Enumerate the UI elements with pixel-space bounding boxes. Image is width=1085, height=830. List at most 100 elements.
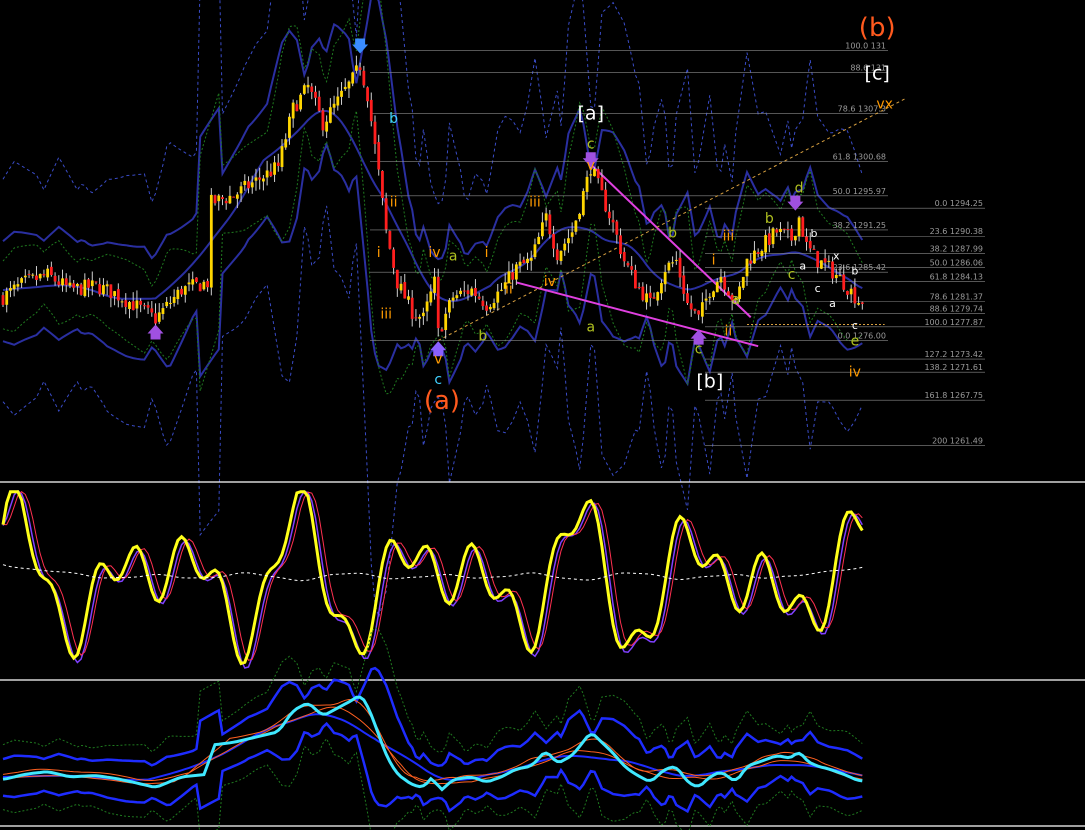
candle-body <box>518 261 522 266</box>
candle-body <box>23 275 27 278</box>
candle-body <box>656 292 660 301</box>
candle-body <box>514 264 518 280</box>
candle-body <box>384 198 388 230</box>
candle-body <box>429 291 433 303</box>
candle-body <box>448 300 451 313</box>
candle-body <box>805 236 808 242</box>
wave-label: b <box>668 226 677 242</box>
candle-body <box>619 235 622 255</box>
candle-body <box>105 284 109 287</box>
band-mid-blue <box>2 713 863 781</box>
candle-body <box>269 171 273 177</box>
candle-body <box>228 195 232 204</box>
candle-body <box>652 297 656 299</box>
wave-label: v <box>434 352 442 368</box>
candle-body <box>87 279 90 288</box>
candle-body <box>756 252 760 254</box>
candle-body <box>46 268 50 278</box>
candle-body <box>195 277 198 282</box>
candle-body <box>745 258 749 277</box>
candle-body <box>206 281 209 288</box>
candle-body <box>146 305 150 308</box>
candle-body <box>704 298 708 301</box>
candle-body <box>816 251 820 268</box>
candle-body <box>741 276 745 288</box>
candle-body <box>574 220 578 232</box>
wave-label: ii <box>390 194 398 210</box>
candle-body <box>291 102 295 119</box>
bands-indicator-panel <box>2 626 863 830</box>
candle-body <box>392 249 395 268</box>
candle-body <box>526 258 529 263</box>
candle-body <box>369 99 373 122</box>
candle-body <box>68 282 72 286</box>
wave-label: iv <box>544 274 556 290</box>
candle-body <box>273 162 276 175</box>
candle-body <box>637 286 641 288</box>
wave-label: [a] <box>578 103 604 125</box>
candle-body <box>336 96 340 106</box>
candle-body <box>347 81 351 89</box>
candle-body <box>161 308 165 315</box>
candle-body <box>388 231 392 249</box>
candle-body <box>154 313 157 324</box>
wave-label: iii <box>723 228 735 244</box>
wave-label: [b] <box>696 370 723 392</box>
candle-body <box>760 250 764 256</box>
wave-label: b <box>389 111 398 127</box>
candle-body <box>500 289 503 291</box>
wave-label: c <box>788 267 796 283</box>
candle-body <box>596 169 600 179</box>
candle-body <box>838 275 842 277</box>
wave-label: a <box>449 249 458 265</box>
candle-body <box>693 308 697 311</box>
wave-label: a <box>829 297 836 310</box>
candle-body <box>306 84 310 88</box>
candle-body <box>793 235 797 241</box>
fib-label-right: 61.8 1284.13 <box>930 273 983 282</box>
candle-body <box>559 250 563 262</box>
candle-body <box>678 257 682 278</box>
candle-body <box>797 217 801 237</box>
wave-label: b <box>478 328 487 344</box>
candle-body <box>645 293 648 303</box>
candle-body <box>801 217 805 237</box>
candle-body <box>135 300 139 309</box>
fib-label-left: 38.2 1291.25 <box>833 221 886 230</box>
candle-body <box>377 142 381 170</box>
candle-body <box>79 284 83 295</box>
candle-body <box>131 301 135 311</box>
candle-body <box>541 222 544 237</box>
wave-label: [c] <box>865 63 890 85</box>
wave-label: c <box>434 372 442 388</box>
candle-body <box>522 259 526 264</box>
candle-body <box>169 302 172 304</box>
candle-body <box>857 303 860 305</box>
candle-body <box>262 178 265 182</box>
fib-label-right: 88.6 1279.74 <box>930 304 983 313</box>
fib-label-left: 0.0 1276.00 <box>838 331 886 340</box>
candle-body <box>247 181 250 189</box>
candle-body <box>529 257 533 261</box>
candle-body <box>12 284 16 290</box>
candle-body <box>842 274 846 290</box>
wave-label: vx <box>876 97 893 113</box>
candle-body <box>544 213 548 221</box>
candle-body <box>767 233 771 245</box>
wave-label: iv <box>428 245 440 261</box>
candle-body <box>53 275 57 282</box>
candle-body <box>1 295 5 305</box>
wave-label: e <box>851 333 860 349</box>
wave-label: c <box>815 282 821 295</box>
candle-body <box>671 262 674 264</box>
candle-body <box>615 221 619 235</box>
candle-body <box>433 276 436 293</box>
candle-body <box>567 238 570 244</box>
candle-body <box>254 177 258 181</box>
fib-label-left: 61.8 1300.68 <box>833 153 886 162</box>
candle-body <box>827 260 831 262</box>
wave-label: d <box>795 181 804 197</box>
wave-label: b <box>810 227 817 240</box>
candle-body <box>581 191 585 216</box>
candle-body <box>202 281 206 290</box>
